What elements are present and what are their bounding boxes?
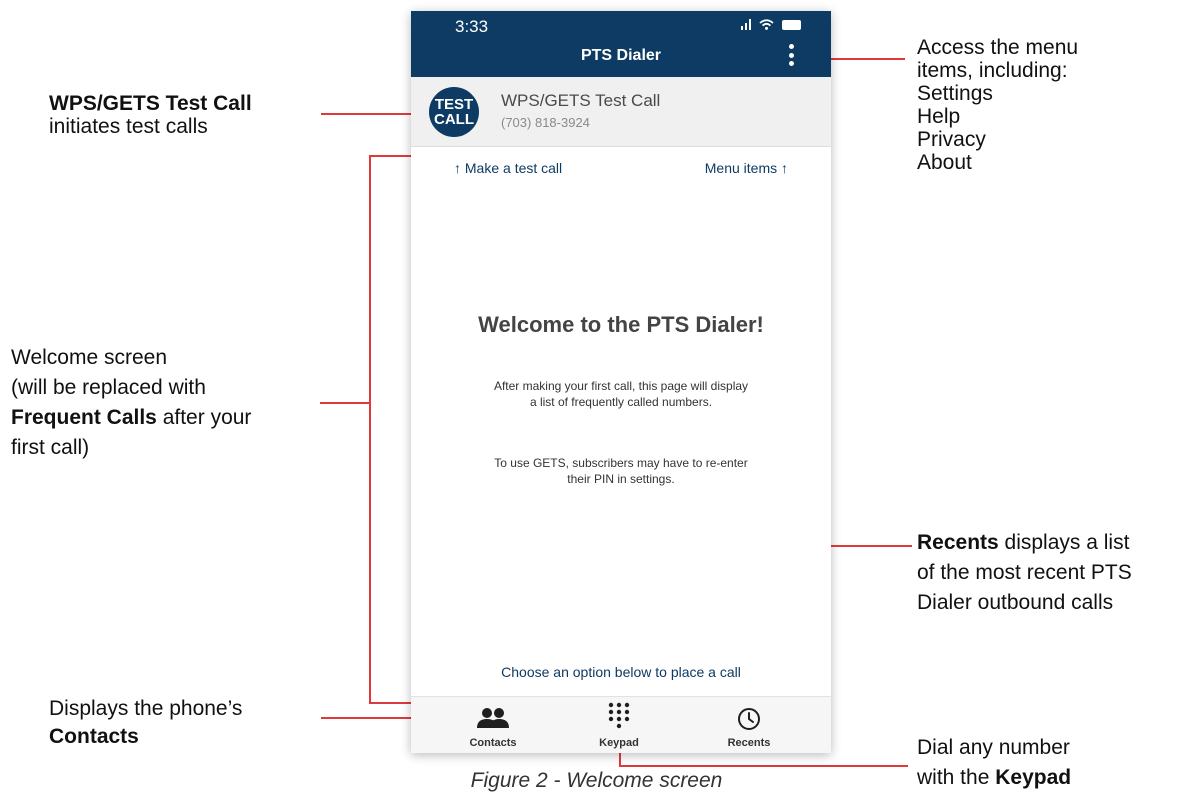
test-call-name: WPS/GETS Test Call <box>501 91 661 110</box>
status-time: 3:33 <box>455 17 489 36</box>
figure-caption: Figure 2 - Welcome screen <box>470 769 723 792</box>
welcome-message: After making your first call, this page … <box>441 378 801 410</box>
tab-contacts[interactable]: Contacts <box>438 697 548 753</box>
annotation-keypad-line-1: Dial any number <box>917 736 1070 759</box>
badge-line-test: TEST <box>434 96 474 113</box>
annotation-menu-privacy: Privacy <box>917 128 986 151</box>
annotation-menu-line-2: items, including: <box>917 59 1068 82</box>
annotation-contacts-line-1: Displays the phone’s <box>49 697 243 720</box>
annotation-recents-bold: Recents <box>917 531 999 554</box>
gets-pin-message: To use GETS, subscribers may have to re-… <box>441 455 801 487</box>
annotation-welcome-line-4: first call) <box>11 436 90 459</box>
annotation-welcome-line-3: after your <box>156 406 252 429</box>
gets-line-1: To use GETS, subscribers may have to re-… <box>494 456 748 470</box>
signal-icon <box>740 19 751 30</box>
clock-icon <box>738 708 760 730</box>
annotation-recents-line-3: Dialer outbound calls <box>917 591 1114 614</box>
annotation-recents: Recents displays a list of the most rece… <box>917 528 1132 618</box>
tab-label-recents: Recents <box>727 737 771 749</box>
annotation-menu-line-1: Access the menu <box>917 36 1079 59</box>
annotation-welcome: Welcome screen (will be replaced with Fr… <box>11 343 251 463</box>
annotation-menu-settings: Settings <box>917 82 993 105</box>
menu-items-hint: Menu items ↑ <box>704 160 788 176</box>
test-call-badge: TEST CALL <box>429 87 479 137</box>
annotation-test-call-text: initiates test calls <box>49 115 208 138</box>
annotation-test-call-bold: WPS/GETS Test Call <box>49 92 252 115</box>
annotation-welcome-line-2: (will be replaced with <box>11 376 206 399</box>
annotation-menu-help: Help <box>917 105 961 128</box>
annotation-menu: Access the menu items, including: Settin… <box>917 36 1078 174</box>
wifi-icon <box>759 19 774 30</box>
annotation-contacts: Displays the phone’s Contacts <box>49 695 242 751</box>
bottom-tab-bar: Contacts Keypad Recents <box>411 696 831 753</box>
tab-label-contacts: Contacts <box>469 737 517 749</box>
app-bar: 3:33 PTS Dialer <box>411 11 831 77</box>
annotation-contacts-bold: Contacts <box>49 725 139 748</box>
app-title: PTS Dialer <box>580 47 662 64</box>
annotation-test-call: WPS/GETS Test Call initiates test calls <box>49 92 252 138</box>
annotation-recents-line-1: displays a list <box>998 531 1130 554</box>
annotation-welcome-bold: Frequent Calls <box>11 406 157 429</box>
tab-keypad[interactable]: Keypad <box>564 697 674 753</box>
gets-line-2: their PIN in settings. <box>567 472 675 486</box>
welcome-title: Welcome to the PTS Dialer! <box>478 312 764 337</box>
tab-label-keypad: Keypad <box>599 737 639 749</box>
welcome-line-1: After making your first call, this page … <box>493 379 749 393</box>
badge-line-call: CALL <box>434 111 474 128</box>
choose-option-text: Choose an option below to place a call <box>501 664 741 680</box>
welcome-line-2: a list of frequently called numbers. <box>529 395 713 409</box>
keypad-icon <box>608 702 630 729</box>
phone-screen: 3:33 PTS Dialer TEST CALL WPS/GETS Test … <box>411 11 831 753</box>
battery-icon <box>782 19 801 30</box>
test-call-item[interactable]: TEST CALL WPS/GETS Test Call (703) 818-3… <box>411 77 831 147</box>
more-menu-icon[interactable] <box>787 44 795 70</box>
status-icons <box>740 19 801 30</box>
test-call-number: (703) 818-3924 <box>501 115 590 130</box>
make-test-call-hint: ↑ Make a test call <box>454 160 563 176</box>
annotation-welcome-line-1: Welcome screen <box>11 346 168 369</box>
annotation-recents-line-2: of the most recent PTS <box>917 561 1132 584</box>
tab-recents[interactable]: Recents <box>694 697 804 753</box>
annotation-menu-about: About <box>917 151 972 174</box>
contacts-icon <box>477 708 509 728</box>
